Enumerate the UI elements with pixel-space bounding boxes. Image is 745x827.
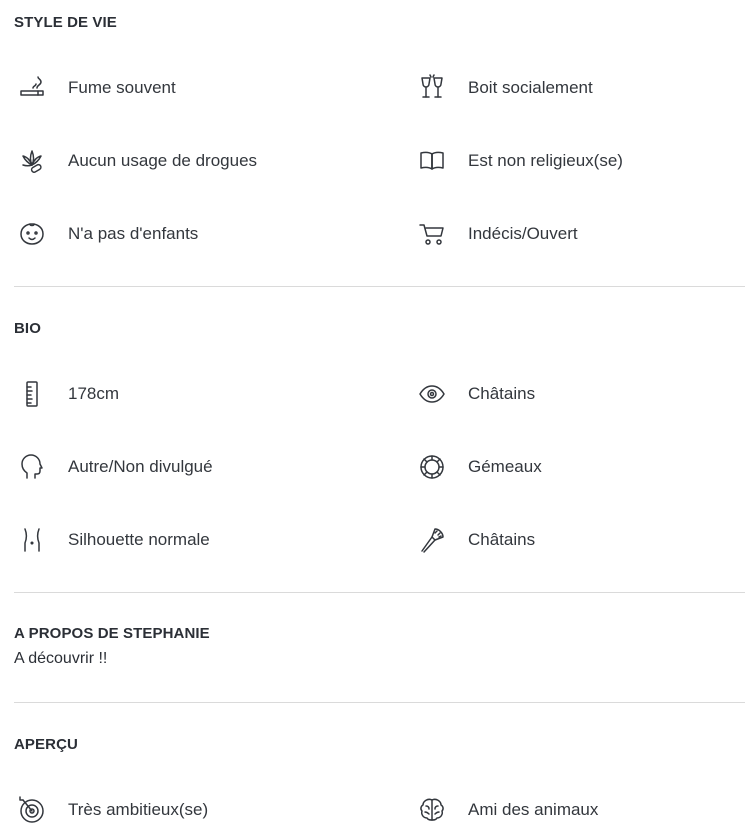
about-text: A découvrir !! — [14, 650, 108, 667]
target-icon — [18, 794, 54, 826]
overview-label: Très ambitieux(se) — [68, 800, 209, 819]
overview-label: Ami des animaux — [468, 800, 599, 819]
lifestyle-label: Indécis/Ouvert — [468, 224, 578, 243]
overview-title: APERÇU — [14, 736, 78, 753]
bio-item-zodiac: Gémeaux — [418, 451, 542, 483]
overview-item-ambition: Très ambitieux(se) — [18, 794, 208, 826]
open-book-icon — [418, 145, 454, 177]
lifestyle-label: Boit socialement — [468, 78, 593, 97]
zodiac-wheel-icon — [418, 451, 454, 483]
about-title: A PROPOS DE STEPHANIE — [14, 625, 210, 642]
section-divider — [14, 286, 745, 287]
cannabis-leaf-icon — [18, 145, 54, 177]
lifestyle-label: Fume souvent — [68, 78, 176, 97]
bio-title: BIO — [14, 320, 41, 337]
lifestyle-label: Aucun usage de drogues — [68, 151, 258, 170]
head-profile-icon — [18, 451, 54, 483]
overview-item-animals: Ami des animaux — [418, 794, 598, 826]
section-divider — [14, 592, 745, 593]
section-divider — [14, 702, 745, 703]
torso-icon — [18, 524, 54, 556]
bio-item-ethnicity: Autre/Non divulgué — [18, 451, 213, 483]
bio-label: 178cm — [68, 384, 120, 403]
hairbrush-icon — [418, 524, 454, 556]
bio-item-eye-color: Châtains — [418, 378, 535, 410]
bio-item-hair-color: Châtains — [418, 524, 535, 556]
lifestyle-item-smoking: Fume souvent — [18, 72, 176, 104]
lifestyle-item-children: N'a pas d'enfants — [18, 218, 198, 250]
wine-glasses-icon — [418, 72, 454, 104]
stroller-icon — [418, 218, 454, 250]
bio-label: Silhouette normale — [68, 530, 210, 549]
bio-label: Autre/Non divulgué — [68, 457, 213, 476]
bio-label: Châtains — [468, 530, 536, 549]
lifestyle-label: Est non religieux(se) — [468, 151, 623, 170]
lifestyle-title: STYLE DE VIE — [14, 14, 117, 31]
bio-label: Châtains — [468, 384, 536, 403]
lifestyle-item-drinking: Boit socialement — [418, 72, 593, 104]
lifestyle-item-drugs: Aucun usage de drogues — [18, 145, 257, 177]
baby-face-icon — [18, 218, 54, 250]
ruler-icon — [18, 378, 54, 410]
eye-icon — [418, 378, 454, 410]
lifestyle-item-religion: Est non religieux(se) — [418, 145, 623, 177]
brain-icon — [418, 794, 454, 826]
bio-label: Gémeaux — [468, 457, 542, 476]
bio-item-body-type: Silhouette normale — [18, 524, 210, 556]
bio-item-height: 178cm — [18, 378, 119, 410]
lifestyle-item-family-plans: Indécis/Ouvert — [418, 218, 578, 250]
cigarette-icon — [18, 72, 54, 104]
lifestyle-label: N'a pas d'enfants — [68, 224, 199, 243]
profile-details: STYLE DE VIE Fume souvent Boit socialeme… — [0, 0, 745, 827]
